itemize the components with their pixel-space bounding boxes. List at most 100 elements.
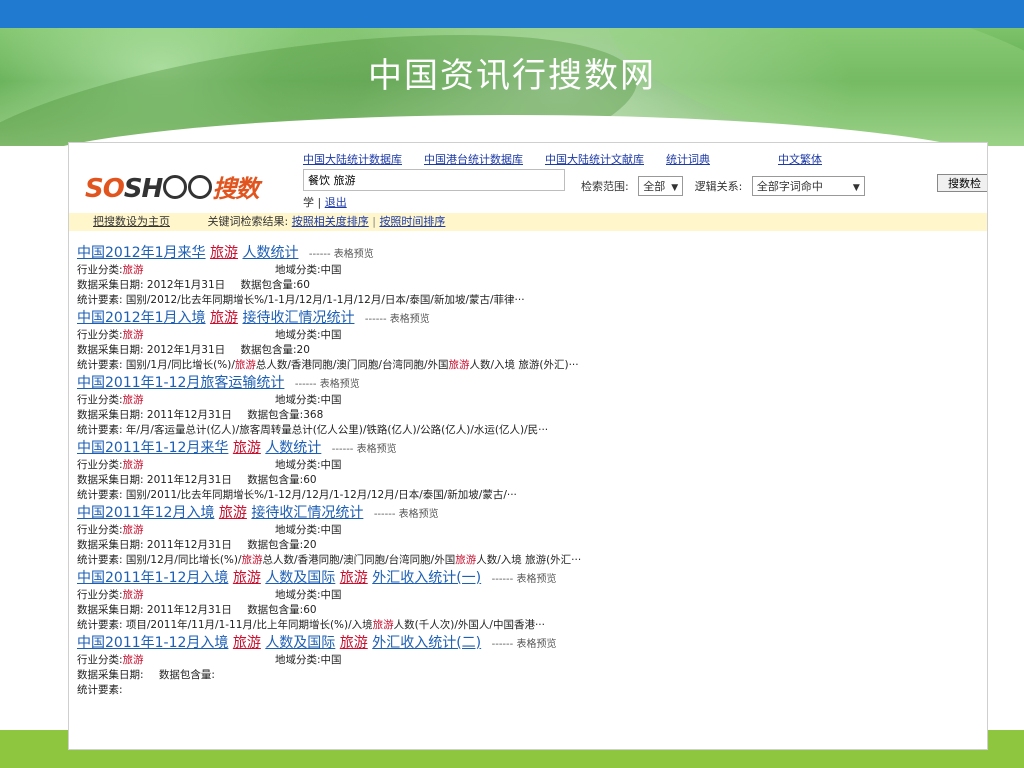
industry-value: 旅游	[122, 329, 144, 341]
date-value: 2011年12月31日	[146, 474, 232, 486]
result-title-link[interactable]: 中国2012年1月来华	[77, 245, 206, 261]
result-title-row: 中国2012年1月入境 旅游 接待收汇情况统计 ------ 表格预览	[77, 308, 977, 328]
scope-select[interactable]: 全部 ▼	[638, 176, 684, 196]
link-mainland-stats-db[interactable]: 中国大陆统计数据库	[303, 153, 402, 166]
industry-label: 行业分类:	[77, 524, 123, 536]
chevron-down-icon: ▼	[671, 183, 679, 193]
sort-separator: |	[372, 215, 376, 228]
result-title-keyword[interactable]: 旅游	[210, 245, 238, 261]
industry-label: 行业分类:	[77, 394, 123, 406]
result-title-link[interactable]: 人数统计	[265, 440, 321, 456]
result-title-link[interactable]: 中国2011年12月入境	[77, 505, 214, 521]
elements-text: 国别/2011/比去年同期增长%/1-12月/12月/1-12月/12月/日本/…	[125, 489, 517, 501]
region-label: 地域分类:	[275, 589, 321, 601]
result-title-keyword[interactable]: 旅游	[219, 505, 247, 521]
result-elements: 统计要素: 国别/12月/同比增长(%)/旅游总人数/香港同胞/澳门同胞/台湾同…	[77, 553, 977, 568]
industry-label: 行业分类:	[77, 654, 123, 666]
link-mainland-literature-db[interactable]: 中国大陆统计文献库	[545, 153, 644, 166]
result-elements: 统计要素: 国别/2012/比去年同期增长%/1-1月/12月/1-1月/12月…	[77, 293, 977, 308]
result-title-link[interactable]: 外汇收入统计(一)	[372, 570, 481, 586]
result-title-link[interactable]: 外汇收入统计(二)	[372, 635, 481, 651]
result-title-row: 中国2011年1-12月入境 旅游 人数及国际 旅游 外汇收入统计(一) ---…	[77, 568, 977, 588]
result-title-link[interactable]: 中国2011年1-12月来华	[77, 440, 228, 456]
result-title-keyword[interactable]: 旅游	[233, 570, 261, 586]
results-list: 中国2012年1月来华 旅游 人数统计 ------ 表格预览 行业分类:旅游 …	[77, 243, 977, 698]
logic-select[interactable]: 全部字词命中 ▼	[751, 176, 865, 196]
result-elements: 统计要素: 年/月/客运量总计(亿人)/旅客周转量总计(亿人公里)/铁路(亿人)…	[77, 423, 977, 438]
logic-value: 全部字词命中	[756, 180, 823, 193]
elements-keyword: 旅游	[241, 554, 263, 566]
result-item: 中国2011年1-12月入境 旅游 人数及国际 旅游 外汇收入统计(一) ---…	[77, 568, 977, 633]
result-title-keyword[interactable]: 旅游	[233, 440, 261, 456]
scope-value: 全部	[643, 180, 666, 193]
table-preview-label: ------ 表格预览	[331, 444, 397, 455]
result-title-link[interactable]: 中国2011年1-12月入境	[77, 635, 228, 651]
link-stats-dictionary[interactable]: 统计词典	[666, 153, 710, 166]
count-label: 数据包含量:	[158, 669, 215, 681]
result-title-row: 中国2011年1-12月入境 旅游 人数及国际 旅游 外汇收入统计(二) ---…	[77, 633, 977, 653]
elements-label: 统计要素:	[77, 294, 123, 306]
elements-text: 年/月/客运量总计(亿人)/旅客周转量总计(亿人公里)/铁路(亿人)/公路(亿人…	[125, 424, 549, 436]
result-meta: 数据采集日期: 2011年12月31日 数据包含量:20	[77, 538, 977, 553]
elements-keyword: 旅游	[455, 554, 477, 566]
industry-label: 行业分类:	[77, 264, 123, 276]
search-button[interactable]: 搜数检	[937, 174, 987, 192]
result-meta: 数据采集日期: 2011年12月31日 数据包含量:60	[77, 603, 977, 618]
result-title-link[interactable]: 人数及国际	[265, 635, 335, 651]
region-label: 地域分类:	[275, 654, 321, 666]
result-title-link[interactable]: 人数及国际	[265, 570, 335, 586]
result-title-link[interactable]: 人数统计	[242, 245, 298, 261]
sort-by-relevance[interactable]: 按照相关度排序	[292, 215, 369, 228]
result-classification: 行业分类:旅游 地域分类:中国	[77, 588, 977, 603]
region-value: 中国	[320, 329, 342, 341]
screenshot-panel: SOSH 搜数 中国大陆统计数据库 中国港台统计数据库 中国大陆统计文献库 统计词典 中文…	[68, 142, 988, 750]
result-item: 中国2011年1-12月来华 旅游 人数统计 ------ 表格预览 行业分类:…	[77, 438, 977, 503]
result-title-link[interactable]: 中国2012年1月入境	[77, 310, 206, 326]
result-title-link[interactable]: 接待收汇情况统计	[251, 505, 363, 521]
table-preview-label: ------ 表格预览	[294, 379, 360, 390]
search-input[interactable]	[303, 169, 565, 191]
page-title: 中国资讯行搜数网	[368, 56, 656, 96]
region-label: 地域分类:	[275, 524, 321, 536]
industry-value: 旅游	[122, 654, 144, 666]
result-title-link[interactable]: 接待收汇情况统计	[242, 310, 354, 326]
result-title-link[interactable]: 中国2011年1-12月入境	[77, 570, 228, 586]
industry-value: 旅游	[122, 264, 144, 276]
result-meta: 数据采集日期: 2011年12月31日 数据包含量:368	[77, 408, 977, 423]
result-toolbar: 把搜数设为主页 关键词检索结果: 按照相关度排序 | 按照时间排序	[69, 213, 987, 231]
date-value: 2012年1月31日	[146, 279, 226, 291]
count-label: 数据包含量:	[247, 539, 304, 551]
elements-text: 国别/1月/同比增长(%)/	[125, 359, 235, 371]
link-hktw-stats-db[interactable]: 中国港台统计数据库	[424, 153, 523, 166]
industry-label: 行业分类:	[77, 459, 123, 471]
region-value: 中国	[320, 589, 342, 601]
elements-label: 统计要素:	[77, 619, 123, 631]
soshoo-logo[interactable]: SOSH 搜数	[85, 169, 259, 204]
search-options: 检索范围: 全部 ▼ 逻辑关系: 全部字词命中 ▼	[581, 176, 873, 196]
elements-text: 总人数/香港同胞/澳门同胞/台湾同胞/外国	[262, 554, 456, 566]
industry-value: 旅游	[122, 394, 144, 406]
date-label: 数据采集日期:	[77, 344, 144, 356]
database-links: 中国大陆统计数据库 中国港台统计数据库 中国大陆统计文献库 统计词典 中文繁体	[303, 151, 987, 167]
result-title-keyword[interactable]: 旅游	[340, 570, 368, 586]
link-traditional-chinese[interactable]: 中文繁体	[778, 153, 822, 166]
logout-link[interactable]: 退出	[325, 196, 347, 209]
result-item: 中国2011年12月入境 旅游 接待收汇情况统计 ------ 表格预览 行业分…	[77, 503, 977, 568]
result-title-keyword[interactable]: 旅游	[233, 635, 261, 651]
elements-text: 总人数/香港同胞/澳门同胞/台湾同胞/外国	[255, 359, 449, 371]
result-item: 中国2011年1-12月入境 旅游 人数及国际 旅游 外汇收入统计(二) ---…	[77, 633, 977, 698]
region-label: 地域分类:	[275, 264, 321, 276]
elements-label: 统计要素:	[77, 684, 123, 696]
count-value: 60	[303, 474, 317, 486]
region-value: 中国	[320, 654, 342, 666]
count-label: 数据包含量:	[240, 279, 297, 291]
elements-text: 人数(千人次)/外国人/中国香港···	[393, 619, 545, 631]
logic-label: 逻辑关系:	[694, 180, 743, 193]
set-homepage-link[interactable]: 把搜数设为主页	[93, 215, 170, 228]
sort-by-time[interactable]: 按照时间排序	[379, 215, 445, 228]
result-title-keyword[interactable]: 旅游	[210, 310, 238, 326]
industry-label: 行业分类:	[77, 589, 123, 601]
result-title-keyword[interactable]: 旅游	[340, 635, 368, 651]
date-value: 2011年12月31日	[146, 409, 232, 421]
result-title-link[interactable]: 中国2011年1-12月旅客运输统计	[77, 375, 284, 391]
